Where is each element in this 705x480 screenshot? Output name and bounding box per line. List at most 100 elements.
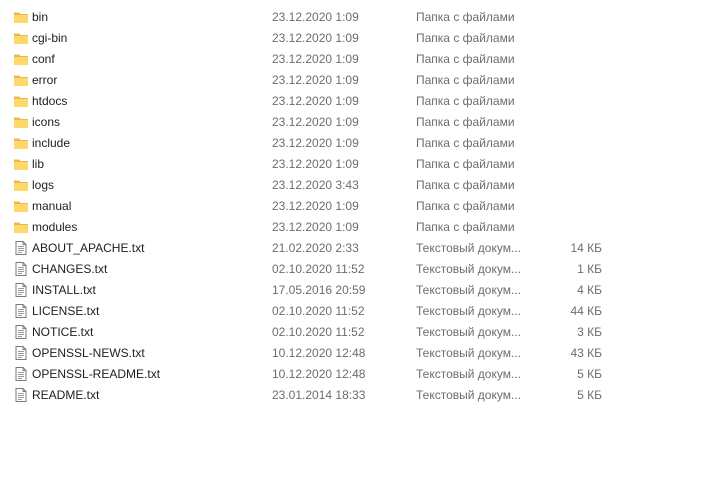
file-type: Текстовый докум...	[416, 388, 521, 402]
file-name: modules	[32, 220, 78, 234]
file-type: Папка с файлами	[416, 94, 515, 108]
file-type: Текстовый докум...	[416, 346, 521, 360]
file-date-modified: 23.12.2020 1:09	[272, 94, 359, 108]
file-name: ABOUT_APACHE.txt	[32, 241, 145, 255]
file-row[interactable]: icons 23.12.2020 1:09 Папка с файлами	[0, 112, 705, 133]
file-row[interactable]: CHANGES.txt 02.10.2020 11:52 Текстовый д…	[0, 259, 705, 280]
file-row[interactable]: bin 23.12.2020 1:09 Папка с файлами	[0, 7, 705, 28]
file-name: LICENSE.txt	[32, 304, 100, 318]
file-name: README.txt	[32, 388, 100, 402]
file-type: Папка с файлами	[416, 220, 515, 234]
file-type: Папка с файлами	[416, 10, 515, 24]
text-file-icon	[13, 303, 29, 319]
file-size: 14 КБ	[570, 241, 602, 255]
folder-icon	[13, 135, 29, 151]
file-type: Папка с файлами	[416, 73, 515, 87]
file-size: 1 КБ	[577, 262, 602, 276]
file-row[interactable]: OPENSSL-README.txt 10.12.2020 12:48 Текс…	[0, 364, 705, 385]
file-name: lib	[32, 157, 45, 171]
folder-icon	[13, 9, 29, 25]
file-row[interactable]: INSTALL.txt 17.05.2016 20:59 Текстовый д…	[0, 280, 705, 301]
file-row[interactable]: error 23.12.2020 1:09 Папка с файлами	[0, 70, 705, 91]
file-date-modified: 10.12.2020 12:48	[272, 346, 366, 360]
file-name: OPENSSL-README.txt	[32, 367, 161, 381]
file-size: 5 КБ	[577, 367, 602, 381]
file-date-modified: 23.01.2014 18:33	[272, 388, 366, 402]
file-name: NOTICE.txt	[32, 325, 94, 339]
file-name: include	[32, 136, 71, 150]
file-type: Папка с файлами	[416, 136, 515, 150]
folder-icon	[13, 93, 29, 109]
file-row[interactable]: include 23.12.2020 1:09 Папка с файлами	[0, 133, 705, 154]
text-file-icon	[13, 366, 29, 382]
folder-icon	[13, 156, 29, 172]
file-name: logs	[32, 178, 55, 192]
file-list: bin 23.12.2020 1:09 Папка с файлами cgi-…	[0, 7, 705, 406]
folder-icon	[13, 72, 29, 88]
file-name: CHANGES.txt	[32, 262, 108, 276]
file-type: Папка с файлами	[416, 178, 515, 192]
file-type: Папка с файлами	[416, 31, 515, 45]
file-row[interactable]: OPENSSL-NEWS.txt 10.12.2020 12:48 Тексто…	[0, 343, 705, 364]
file-type: Текстовый докум...	[416, 283, 521, 297]
file-type: Папка с файлами	[416, 157, 515, 171]
file-size: 44 КБ	[570, 304, 602, 318]
file-date-modified: 02.10.2020 11:52	[272, 304, 365, 318]
text-file-icon	[13, 387, 29, 403]
text-file-icon	[13, 345, 29, 361]
file-row[interactable]: modules 23.12.2020 1:09 Папка с файлами	[0, 217, 705, 238]
file-type: Текстовый докум...	[416, 367, 521, 381]
file-type: Папка с файлами	[416, 115, 515, 129]
file-date-modified: 02.10.2020 11:52	[272, 262, 365, 276]
file-name: manual	[32, 199, 72, 213]
folder-icon	[13, 177, 29, 193]
file-date-modified: 23.12.2020 1:09	[272, 199, 359, 213]
file-row[interactable]: NOTICE.txt 02.10.2020 11:52 Текстовый до…	[0, 322, 705, 343]
file-type: Текстовый докум...	[416, 304, 521, 318]
text-file-icon	[13, 282, 29, 298]
file-name: htdocs	[32, 94, 68, 108]
file-date-modified: 23.12.2020 1:09	[272, 157, 359, 171]
file-row[interactable]: manual 23.12.2020 1:09 Папка с файлами	[0, 196, 705, 217]
file-row[interactable]: htdocs 23.12.2020 1:09 Папка с файлами	[0, 91, 705, 112]
folder-icon	[13, 51, 29, 67]
file-date-modified: 23.12.2020 1:09	[272, 136, 359, 150]
file-size: 3 КБ	[577, 325, 602, 339]
folder-icon	[13, 219, 29, 235]
file-row[interactable]: lib 23.12.2020 1:09 Папка с файлами	[0, 154, 705, 175]
file-type: Текстовый докум...	[416, 262, 521, 276]
file-name: cgi-bin	[32, 31, 68, 45]
file-size: 5 КБ	[577, 388, 602, 402]
file-row[interactable]: cgi-bin 23.12.2020 1:09 Папка с файлами	[0, 28, 705, 49]
file-row[interactable]: LICENSE.txt 02.10.2020 11:52 Текстовый д…	[0, 301, 705, 322]
folder-icon	[13, 30, 29, 46]
file-date-modified: 23.12.2020 1:09	[272, 31, 359, 45]
file-type: Папка с файлами	[416, 199, 515, 213]
file-date-modified: 23.12.2020 1:09	[272, 52, 359, 66]
folder-icon	[13, 114, 29, 130]
folder-icon	[13, 198, 29, 214]
file-row[interactable]: README.txt 23.01.2014 18:33 Текстовый до…	[0, 385, 705, 406]
file-date-modified: 23.12.2020 1:09	[272, 115, 359, 129]
file-name: icons	[32, 115, 61, 129]
file-row[interactable]: logs 23.12.2020 3:43 Папка с файлами	[0, 175, 705, 196]
file-date-modified: 10.12.2020 12:48	[272, 367, 366, 381]
text-file-icon	[13, 324, 29, 340]
file-name: bin	[32, 10, 49, 24]
file-date-modified: 21.02.2020 2:33	[272, 241, 359, 255]
file-name: conf	[32, 52, 55, 66]
file-date-modified: 23.12.2020 3:43	[272, 178, 359, 192]
text-file-icon	[13, 261, 29, 277]
file-row[interactable]: ABOUT_APACHE.txt 21.02.2020 2:33 Текстов…	[0, 238, 705, 259]
file-type: Текстовый докум...	[416, 325, 521, 339]
file-type: Папка с файлами	[416, 52, 515, 66]
text-file-icon	[13, 240, 29, 256]
file-date-modified: 23.12.2020 1:09	[272, 10, 359, 24]
file-row[interactable]: conf 23.12.2020 1:09 Папка с файлами	[0, 49, 705, 70]
file-date-modified: 02.10.2020 11:52	[272, 325, 365, 339]
file-name: error	[32, 73, 58, 87]
file-type: Текстовый докум...	[416, 241, 521, 255]
file-name: INSTALL.txt	[32, 283, 96, 297]
file-name: OPENSSL-NEWS.txt	[32, 346, 145, 360]
file-date-modified: 23.12.2020 1:09	[272, 73, 359, 87]
